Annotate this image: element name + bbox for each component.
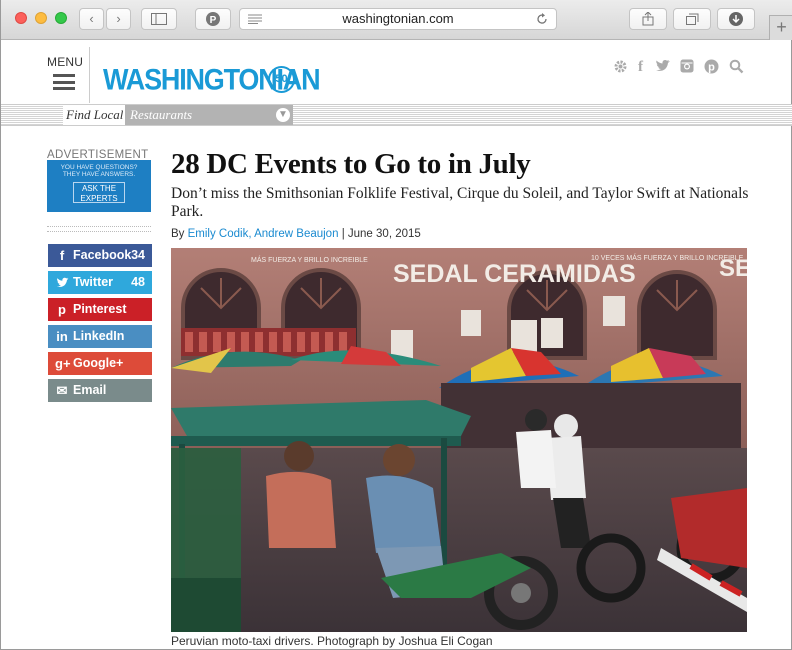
photo-sign-sedal: SEDAL CERAMIDAS	[393, 260, 636, 288]
header-social-icons: f p	[611, 59, 751, 77]
share-email-button[interactable]: ✉ Email	[48, 379, 152, 402]
browser-window: ‹ › P washingtonian.com + MENU WASHINGTO…	[0, 0, 792, 650]
share-label: Pinterest	[73, 302, 127, 316]
header-divider	[89, 47, 90, 103]
plus-icon: +	[776, 17, 787, 37]
address-bar[interactable]: washingtonian.com	[239, 8, 557, 30]
share-twitter-button[interactable]: Twitter 48	[48, 271, 152, 294]
article-byline: By Emily Codik, Andrew Beaujon | June 30…	[171, 228, 421, 240]
restaurants-dropdown[interactable]: Restaurants ▼	[125, 105, 293, 125]
instagram-icon[interactable]	[680, 59, 694, 77]
twitter-icon[interactable]	[655, 59, 671, 77]
share-button[interactable]	[629, 8, 667, 30]
search-icon[interactable]	[729, 59, 744, 78]
browser-toolbar: ‹ › P washingtonian.com +	[1, 0, 792, 40]
facebook-icon: f	[59, 248, 65, 263]
download-icon	[729, 12, 743, 26]
photo-sign-small-left: MÁS FUERZA Y BRILLO INCREIBLE	[251, 255, 368, 264]
share-count: 34	[131, 248, 145, 262]
minimize-window-button[interactable]	[35, 12, 47, 24]
anniversary-badge: 50	[268, 66, 295, 93]
share-label: Google+	[73, 356, 124, 370]
share-label: Facebook	[73, 248, 132, 262]
reload-icon[interactable]	[536, 13, 548, 25]
linkedin-icon: in	[56, 329, 68, 344]
find-local-label: Find Local	[63, 105, 127, 125]
dropdown-value: Restaurants	[130, 107, 193, 122]
share-googleplus-button[interactable]: g+ Google+	[48, 352, 152, 375]
byline-separator: |	[341, 228, 345, 240]
menu-label: MENU	[47, 55, 84, 69]
article-date: June 30, 2015	[347, 228, 421, 240]
ad-cta-button[interactable]: ASK THE EXPERTS	[73, 182, 125, 203]
ad-text-line1: YOU HAVE QUESTIONS?	[60, 164, 138, 171]
back-button[interactable]: ‹	[79, 8, 104, 30]
sidebar-icon	[151, 13, 167, 25]
pinterest-icon[interactable]: p	[704, 59, 719, 78]
local-nav-bar: Find Local Restaurants ▼	[1, 104, 792, 126]
photo-caption: Peruvian moto-taxi drivers. Photograph b…	[171, 634, 493, 648]
share-facebook-button[interactable]: f Facebook 34	[48, 244, 152, 267]
article-dek: Don’t miss the Smithsonian Folklife Fest…	[171, 185, 749, 220]
ad-text-line2: THEY HAVE ANSWERS.	[62, 171, 136, 178]
pinterest-icon: P	[206, 12, 220, 26]
tabs-button[interactable]	[673, 8, 711, 30]
author-links[interactable]: Emily Codik, Andrew Beaujon	[188, 228, 339, 240]
chevron-down-icon: ▼	[276, 108, 290, 122]
chevron-left-icon: ‹	[89, 11, 94, 26]
chevron-right-icon: ›	[116, 11, 121, 26]
close-window-button[interactable]	[15, 12, 27, 24]
ad-cta-line2: EXPERTS	[80, 193, 118, 203]
pinterest-extension-button[interactable]: P	[195, 8, 231, 30]
photo-sign-small-right: 10 VECES MÁS FUERZA Y BRILLO INCREIBLE	[591, 253, 744, 262]
twitter-icon	[55, 271, 69, 295]
forward-button[interactable]: ›	[106, 8, 131, 30]
share-linkedin-button[interactable]: in LinkedIn	[48, 325, 152, 348]
zoom-window-button[interactable]	[55, 12, 67, 24]
share-label: Twitter	[73, 275, 114, 289]
email-icon: ✉	[56, 383, 68, 398]
share-count: 48	[131, 275, 145, 289]
facebook-icon[interactable]: f	[638, 59, 643, 76]
byline-prefix: By	[171, 228, 185, 240]
article-hero-image: SEDAL CERAMIDAS SE 10 VECES MÁS FUERZA Y…	[171, 248, 747, 632]
sidebar-divider	[47, 226, 151, 232]
tabs-icon	[685, 13, 698, 25]
share-label: Email	[73, 383, 107, 397]
url-text: washingtonian.com	[342, 11, 454, 26]
hamburger-icon	[53, 74, 75, 90]
svg-text:P: P	[210, 15, 217, 26]
gear-icon[interactable]	[613, 59, 628, 78]
new-tab-button[interactable]: +	[769, 15, 792, 40]
share-label: LinkedIn	[73, 329, 125, 343]
menu-button[interactable]: MENU	[47, 55, 87, 100]
svg-text:p: p	[708, 62, 715, 74]
google-plus-icon: g+	[55, 356, 71, 371]
share-pinterest-button[interactable]: p Pinterest	[48, 298, 152, 321]
pinterest-icon: p	[58, 302, 66, 317]
downloads-button[interactable]	[717, 8, 755, 30]
ad-cta-line1: ASK THE	[81, 184, 117, 193]
sidebar-button[interactable]	[141, 8, 177, 30]
article-title: 28 DC Events to Go to in July	[171, 148, 531, 180]
share-icon	[642, 11, 654, 26]
advertisement-banner[interactable]: YOU HAVE QUESTIONS? THEY HAVE ANSWERS. A…	[47, 160, 151, 212]
